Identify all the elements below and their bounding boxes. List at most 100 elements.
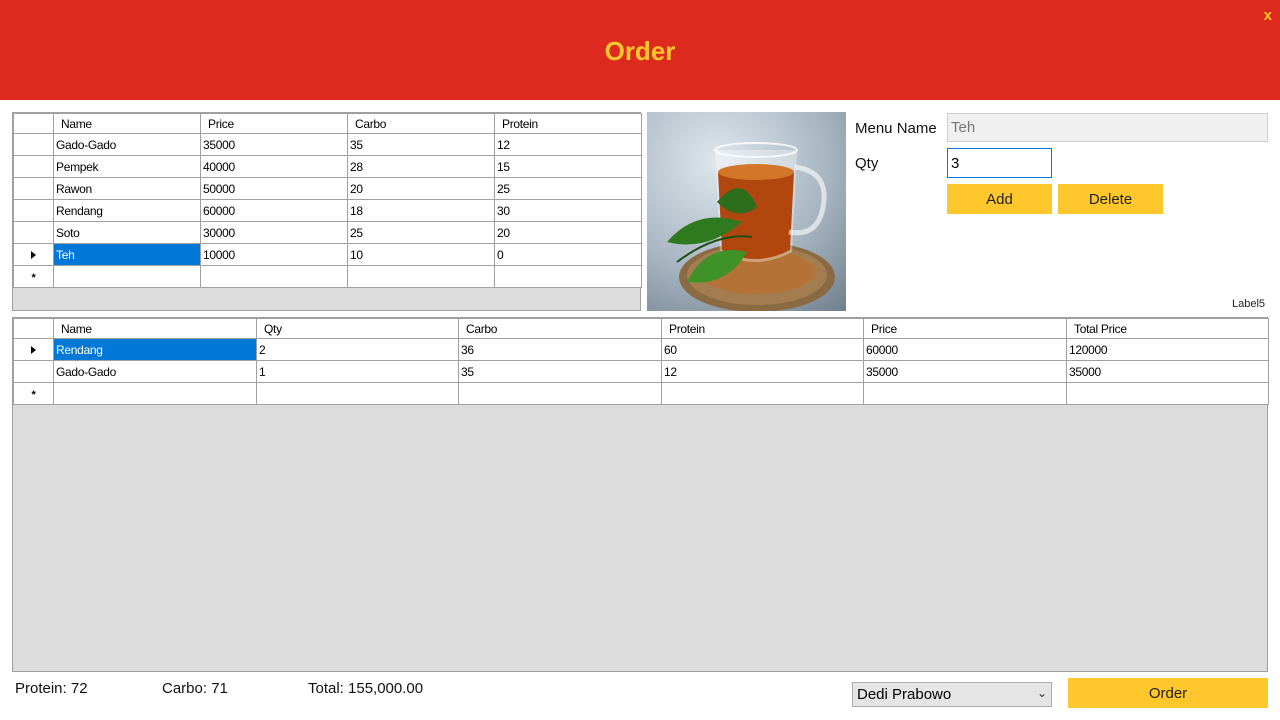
row-header[interactable] [13,133,54,156]
row-header[interactable] [13,199,54,222]
add-button[interactable]: Add [947,184,1052,214]
table-cell[interactable] [200,265,348,288]
table-cell[interactable] [1066,382,1269,405]
column-header[interactable]: Carbo [458,318,662,339]
table-cell[interactable]: 120000 [1066,338,1269,361]
table-cell[interactable]: 35000 [1066,360,1269,383]
table-cell[interactable]: 35 [347,133,495,156]
table-cell[interactable]: Rawon [53,177,201,200]
table-cell[interactable]: 60000 [200,199,348,222]
label5: Label5 [1232,298,1266,310]
table-cell[interactable]: 50000 [200,177,348,200]
row-header-corner [13,318,54,339]
qty-field[interactable] [947,148,1052,178]
table-cell[interactable]: Gado-Gado [53,360,257,383]
column-header[interactable]: Protein [661,318,864,339]
table-row[interactable]: Gado-Gado 35000 35 12 [13,133,642,156]
column-header[interactable]: Price [200,113,348,134]
table-cell[interactable]: 10 [347,243,495,266]
table-row[interactable]: Rendang 60000 18 30 [13,199,642,222]
table-row[interactable]: Gado-Gado 1 35 12 35000 35000 [13,360,1269,383]
table-cell[interactable]: 15 [494,155,642,178]
table-cell[interactable]: Pempek [53,155,201,178]
protein-total: Protein: 72 [15,680,88,697]
row-header[interactable] [13,338,54,361]
row-header[interactable] [13,155,54,178]
order-grid[interactable]: Name Qty Carbo Protein Price Total Price Rend… [12,317,1269,672]
table-cell[interactable]: 60 [661,338,864,361]
table-cell[interactable]: Rendang [53,338,257,361]
table-cell[interactable]: 30000 [200,221,348,244]
table-cell[interactable]: 35 [458,360,662,383]
row-header[interactable] [13,221,54,244]
carbo-total: Carbo: 71 [162,680,228,697]
table-cell[interactable]: 30 [494,199,642,222]
table-cell[interactable]: 18 [347,199,495,222]
table-cell[interactable] [53,265,201,288]
new-row-icon: * [31,388,36,401]
new-row[interactable]: * [13,382,1269,405]
table-cell[interactable] [347,265,495,288]
row-header[interactable]: * [13,382,54,405]
table-row[interactable]: Rendang 2 36 60 60000 120000 [13,338,1269,361]
customer-select[interactable]: Dedi Prabowo ⌄ [852,682,1052,707]
row-pointer-icon [31,345,36,354]
table-cell[interactable]: 36 [458,338,662,361]
table-cell[interactable]: 12 [494,133,642,156]
table-cell[interactable] [494,265,642,288]
new-row-icon: * [31,271,36,284]
row-header[interactable] [13,177,54,200]
chevron-down-icon: ⌄ [1036,686,1047,700]
row-header[interactable] [13,243,54,266]
close-button[interactable]: x [1264,7,1272,24]
table-cell[interactable]: 20 [347,177,495,200]
column-header[interactable]: Name [53,113,201,134]
table-cell[interactable]: 40000 [200,155,348,178]
menu-name-field[interactable] [947,113,1268,142]
column-header[interactable]: Qty [256,318,459,339]
table-cell[interactable]: 35000 [200,133,348,156]
table-row[interactable]: Soto 30000 25 20 [13,221,642,244]
table-cell[interactable]: Rendang [53,199,201,222]
row-pointer-icon [31,250,36,259]
table-cell[interactable]: Soto [53,221,201,244]
column-header[interactable]: Total Price [1066,318,1269,339]
table-cell[interactable]: 35000 [863,360,1067,383]
customer-select-value: Dedi Prabowo [857,686,952,703]
table-cell[interactable] [863,382,1067,405]
column-header[interactable]: Protein [494,113,642,134]
order-button[interactable]: Order [1068,678,1268,708]
row-header-corner [13,113,54,134]
table-cell[interactable]: 10000 [200,243,348,266]
table-cell[interactable] [53,382,257,405]
table-cell[interactable] [458,382,662,405]
table-cell[interactable] [256,382,459,405]
column-header[interactable]: Carbo [347,113,495,134]
header-bar: Order x [0,0,1280,100]
column-header[interactable]: Name [53,318,257,339]
table-cell[interactable]: 60000 [863,338,1067,361]
delete-button[interactable]: Delete [1058,184,1163,214]
table-row[interactable]: Rawon 50000 20 25 [13,177,642,200]
page-title: Order [604,36,676,66]
new-row[interactable]: * [13,265,642,288]
table-row[interactable]: Pempek 40000 28 15 [13,155,642,178]
table-cell[interactable]: 12 [661,360,864,383]
table-row[interactable]: Teh 10000 10 0 [13,243,642,266]
table-cell[interactable]: 20 [494,221,642,244]
column-header[interactable]: Price [863,318,1067,339]
table-cell[interactable]: 2 [256,338,459,361]
menu-grid[interactable]: Name Price Carbo Protein Gado-Gado 35000 35 12… [12,112,642,311]
table-cell[interactable]: Gado-Gado [53,133,201,156]
row-header[interactable] [13,360,54,383]
table-cell[interactable]: 1 [256,360,459,383]
menu-name-label: Menu Name [855,120,937,137]
table-cell[interactable]: 0 [494,243,642,266]
table-cell[interactable]: 28 [347,155,495,178]
qty-label: Qty [855,155,879,172]
table-cell[interactable]: Teh [53,243,201,266]
table-cell[interactable]: 25 [347,221,495,244]
row-header[interactable]: * [13,265,54,288]
table-cell[interactable]: 25 [494,177,642,200]
table-cell[interactable] [661,382,864,405]
